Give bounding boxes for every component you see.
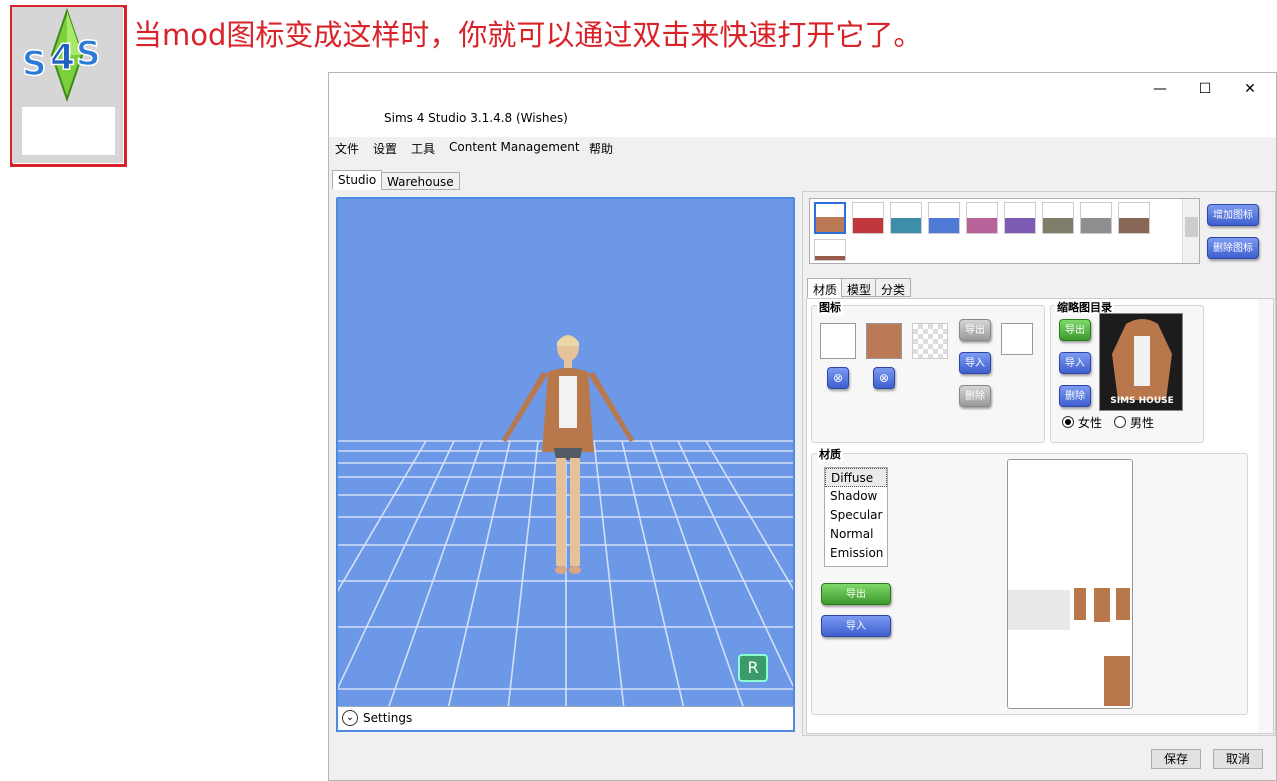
thumbnail-export-button[interactable]: 导出 [1059,319,1091,341]
menu-file[interactable]: 文件 [335,140,359,157]
swatch-scrollbar[interactable] [1182,199,1199,263]
remove-icon-button[interactable]: ⊗ [873,367,895,389]
icon-slot-color[interactable] [866,323,902,359]
male-radio[interactable] [1114,416,1126,428]
icon-group-title: 图标 [817,299,843,315]
female-label: 女性 [1078,416,1103,430]
swatch-list[interactable] [809,198,1200,264]
settings-expander[interactable]: ⌄ Settings [336,706,795,732]
texture-import-button[interactable]: 导入 [821,615,891,637]
save-button[interactable]: 保存 [1151,749,1201,769]
icon-import-button[interactable]: 导入 [959,352,991,374]
female-radio[interactable] [1062,416,1074,428]
swatch-color [1119,218,1149,233]
swatch-color [853,218,883,233]
tab-material[interactable]: 材质 [807,278,844,298]
scrollbar-thumb[interactable] [1185,217,1198,237]
sim-model [502,335,634,574]
tab-warehouse[interactable]: Warehouse [381,172,460,190]
thumbnail-preview: SIMS HOUSE [1099,313,1183,411]
swatch-color [1043,218,1073,233]
swatch-color [815,256,845,260]
swatch-item[interactable] [1080,202,1112,234]
3d-viewport[interactable]: R [336,197,795,732]
male-label: 男性 [1130,416,1155,430]
swatch-color [967,218,997,233]
menu-help[interactable]: 帮助 [589,140,613,157]
material-group-title: 材质 [817,446,843,462]
icon-export-button[interactable]: 导出 [959,319,991,341]
swatch-item[interactable] [890,202,922,234]
swatch-color [816,217,844,232]
radio-dot [1065,419,1071,425]
thumbnail-watermark: SIMS HOUSE [1110,396,1174,406]
menu-content-management[interactable]: Content Management [449,140,580,154]
menu-bar: 文件 设置 工具 Content Management 帮助 [329,137,1276,169]
mod-file-icon[interactable]: S 4 S [12,7,123,163]
texture-preview [1007,459,1133,709]
svg-text:S: S [76,34,101,74]
swatch-color [891,218,921,233]
swatch-item[interactable] [966,202,998,234]
swatch-item[interactable] [814,239,846,261]
remove-icon-button[interactable]: ⊗ [827,367,849,389]
thumbnail-import-button[interactable]: 导入 [1059,352,1091,374]
swatch-item[interactable] [852,202,884,234]
swatch-item[interactable] [1118,202,1150,234]
tab-category[interactable]: 分类 [875,278,912,297]
minimize-button[interactable]: — [1137,81,1183,101]
icon-delete-button[interactable]: 删除 [959,385,991,407]
swatch-item[interactable] [1042,202,1074,234]
window-title: Sims 4 Studio 3.1.4.8 (Wishes) [384,111,568,125]
delete-swatch-button[interactable]: 删除图标 [1207,237,1259,259]
thumbnail-delete-button[interactable]: 删除 [1059,385,1091,407]
maximize-button[interactable]: ☐ [1182,81,1228,101]
close-button[interactable]: ✕ [1227,81,1273,101]
swatch-item[interactable] [928,202,960,234]
list-item-emission[interactable]: Emission [825,544,887,563]
cancel-button[interactable]: 取消 [1213,749,1263,769]
rig-toggle-icon[interactable]: R [738,654,768,682]
svg-text:4: 4 [50,37,75,78]
svg-text:S: S [22,44,47,84]
app-window: Sims 4 Studio 3.1.4.8 (Wishes) — ☐ ✕ 文件 … [328,72,1277,781]
swatch-item[interactable] [814,202,846,234]
icon-slot-blank[interactable] [820,323,856,359]
icon-slot-transparent[interactable] [912,323,948,359]
texture-export-button[interactable]: 导出 [821,583,891,605]
material-tab-content: 图标 ⊗ ⊗ 导出 导入 删除 缩略图目录 导出 导入 删除 SIMS HOUS… [806,298,1274,734]
swatch-color [1081,218,1111,233]
swatch-color [929,218,959,233]
panel-scrollbar[interactable] [1258,299,1273,733]
add-swatch-button[interactable]: 增加图标 [1207,204,1259,226]
swatch-item[interactable] [1004,202,1036,234]
menu-tools[interactable]: 工具 [411,140,435,157]
icon-preview-slot[interactable] [1001,323,1033,355]
title-bar: Sims 4 Studio 3.1.4.8 (Wishes) — ☐ ✕ [329,73,1276,137]
list-item-shadow[interactable]: Shadow [825,487,887,506]
properties-panel: 增加图标 删除图标 材质 模型 分类 图标 ⊗ ⊗ 导出 导入 删除 缩略图目录… [802,191,1276,736]
s4s-logo-icon: S 4 S [21,7,101,103]
tab-model[interactable]: 模型 [841,278,878,297]
tab-studio[interactable]: Studio [332,170,383,190]
menu-settings[interactable]: 设置 [373,140,397,157]
swatch-color [1005,218,1035,233]
list-item-diffuse[interactable]: Diffuse [825,468,887,487]
file-label-area [22,107,115,155]
instruction-caption: 当mod图标变成这样时，你就可以通过双击来快速打开它了。 [133,18,923,52]
texture-atlas-image [1008,588,1130,706]
list-item-normal[interactable]: Normal [825,525,887,544]
texture-list[interactable]: Diffuse Shadow Specular Normal Emission [824,467,888,567]
list-item-specular[interactable]: Specular [825,506,887,525]
chevron-down-icon: ⌄ [342,710,358,726]
settings-label: Settings [363,711,413,725]
